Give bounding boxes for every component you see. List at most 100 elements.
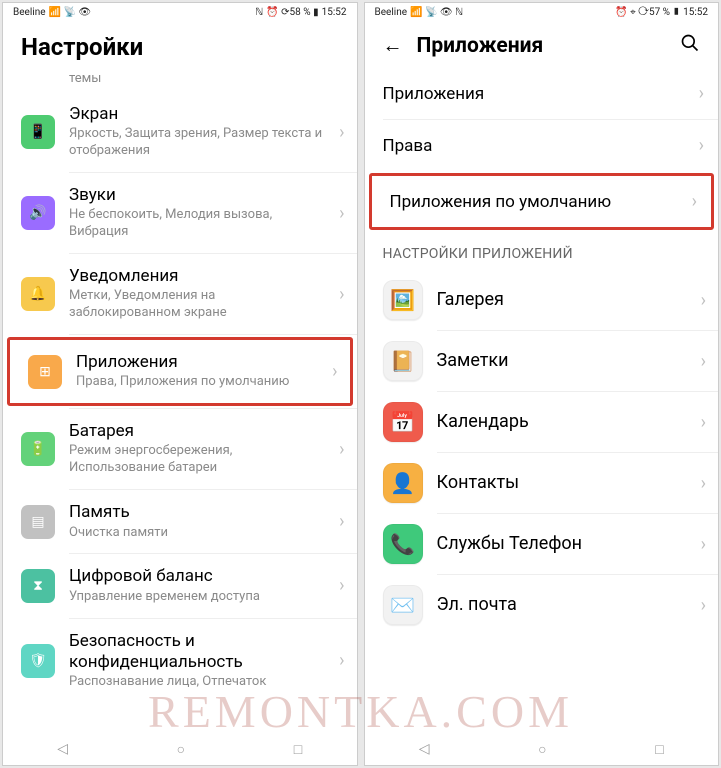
row-subtitle: Не беспокоить, Мелодия вызова, Вибрация	[69, 207, 325, 241]
row-text: Память Очистка памяти	[69, 502, 325, 541]
section-label: НАСТРОЙКИ ПРИЛОЖЕНИЙ	[365, 232, 719, 270]
link-label: Приложения по умолчанию	[390, 192, 692, 212]
clock: 15:52	[683, 7, 708, 18]
nav-recent-icon[interactable]: □	[294, 741, 302, 758]
row-title: Приложения	[76, 352, 318, 373]
app-icon: 👤	[383, 463, 423, 503]
app-row[interactable]: 👤 Контакты ›	[365, 453, 719, 513]
row-icon: 🔊	[21, 196, 55, 230]
status-bar: Beeline 📶 📡 👁 ℕ ⏰ ⌖ ⟳57 % ▮ 15:52	[365, 3, 719, 21]
chevron-right-icon: ›	[701, 412, 706, 433]
settings-row[interactable]: ⧗Цифровой балансУправление временем дост…	[3, 554, 357, 617]
signal-icons: 📶 📡 👁	[49, 7, 92, 18]
phone-right: Beeline 📶 📡 👁 ℕ ⏰ ⌖ ⟳57 % ▮ 15:52 ← Прил…	[364, 2, 720, 766]
app-label: Контакты	[437, 472, 687, 495]
chevron-right-icon: ›	[339, 511, 344, 532]
search-icon[interactable]	[680, 33, 700, 58]
chevron-right-icon: ›	[339, 650, 344, 671]
settings-row[interactable]: 🛡 Безопасность и конфиденциальностьРаспоз…	[3, 619, 357, 703]
app-row[interactable]: 🖼️ Галерея ›	[365, 270, 719, 330]
app-label: Службы Телефон	[437, 533, 687, 556]
app-row[interactable]: 📅 Календарь ›	[365, 392, 719, 452]
nav-back-icon[interactable]: ◁	[419, 741, 430, 757]
status-bar: Beeline 📶 📡 👁 ℕ ⏰ ⟳58 % ▮ 15:52	[3, 3, 357, 21]
nav-home-icon[interactable]: ○	[177, 741, 185, 758]
chevron-right-icon: ›	[701, 290, 706, 311]
link-row[interactable]: Приложения›	[365, 68, 719, 119]
carrier-label: Beeline	[375, 7, 408, 18]
settings-row[interactable]: 📱 ЭкранЯркость, Защита зрения, Размер тек…	[3, 92, 357, 172]
row-subtitle: Распознавание лица, Отпечаток	[69, 674, 325, 691]
app-icon: 📔	[383, 341, 423, 381]
nav-bar: ◁ ○ □	[365, 731, 719, 765]
row-text: Контакты	[437, 472, 687, 495]
settings-list: темы 📱 ЭкранЯркость, Защита зрения, Разме…	[3, 71, 357, 731]
settings-row[interactable]: 🔋 БатареяРежим энергосбережения, Использо…	[3, 409, 357, 489]
row-text: ПриложенияПрава, Приложения по умолчанию	[76, 352, 318, 391]
chevron-right-icon: ›	[339, 439, 344, 460]
app-icon: ✉️	[383, 585, 423, 625]
chevron-right-icon: ›	[692, 191, 697, 212]
row-title: Безопасность и конфиденциальность	[69, 631, 325, 674]
chevron-right-icon: ›	[701, 595, 706, 616]
app-icon: 🖼️	[383, 280, 423, 320]
app-label: Галерея	[437, 289, 687, 312]
app-row[interactable]: 📔Заметки›	[365, 331, 719, 391]
row-text: Календарь	[437, 411, 687, 434]
row-icon: ⊞	[28, 355, 62, 389]
row-subtitle: Яркость, Защита зрения, Размер текста и …	[69, 126, 325, 160]
nfc-icon: ℕ	[255, 7, 263, 18]
back-icon[interactable]: ←	[383, 33, 403, 58]
link-label: Права	[383, 136, 699, 156]
link-row[interactable]: Права›	[365, 120, 719, 171]
settings-row[interactable]: ⊞ ПриложенияПрава, Приложения по умолчани…	[10, 340, 350, 403]
clock: 15:52	[322, 7, 347, 18]
row-title: Память	[69, 502, 325, 523]
row-subtitle: Метки, Уведомления на заблокированном эк…	[69, 288, 325, 322]
nav-home-icon[interactable]: ○	[538, 741, 546, 758]
row-subtitle: Режим энергосбережения, Использование ба…	[69, 443, 325, 477]
page-title: Настройки	[21, 33, 143, 61]
row-subtitle: Очистка памяти	[69, 525, 325, 542]
chevron-right-icon: ›	[339, 122, 344, 143]
cut-row-sub: темы	[69, 71, 357, 92]
phone-left: Beeline 📶 📡 👁 ℕ ⏰ ⟳58 % ▮ 15:52 Настройк…	[2, 2, 358, 766]
row-text: УведомленияМетки, Уведомления на заблоки…	[69, 266, 325, 322]
chevron-right-icon: ›	[699, 135, 704, 156]
app-icon: 📅	[383, 402, 423, 442]
row-icon: 🛡	[21, 644, 55, 678]
row-text: Службы Телефон	[437, 533, 687, 556]
page-title: Приложения	[417, 34, 544, 58]
row-icon: 🔋	[21, 432, 55, 466]
row-subtitle: Права, Приложения по умолчанию	[76, 374, 318, 391]
row-text: БатареяРежим энергосбережения, Использов…	[69, 421, 325, 477]
app-label: Эл. почта	[437, 594, 687, 617]
nav-recent-icon[interactable]: □	[655, 741, 663, 758]
chevron-right-icon: ›	[339, 203, 344, 224]
app-row[interactable]: 📞Службы Телефон›	[365, 514, 719, 574]
status-right-icons: ⏰ ⌖ ⟳57 % ▮	[615, 7, 680, 18]
apps-list: Приложения›Права›Приложения по умолчанию…	[365, 68, 719, 731]
chevron-right-icon: ›	[701, 473, 706, 494]
app-row[interactable]: ✉️ Эл. почта ›	[365, 575, 719, 635]
row-text: Галерея	[437, 289, 687, 312]
row-icon: 📱	[21, 115, 55, 149]
row-text: ЭкранЯркость, Защита зрения, Размер текс…	[69, 104, 325, 160]
carrier-label: Beeline	[13, 7, 46, 18]
row-title: Звуки	[69, 185, 325, 206]
chevron-right-icon: ›	[339, 284, 344, 305]
settings-row[interactable]: ▤ПамятьОчистка памяти›	[3, 490, 357, 553]
row-text: Безопасность и конфиденциальностьРаспозн…	[69, 631, 325, 691]
row-title: Уведомления	[69, 266, 325, 287]
app-label: Календарь	[437, 411, 687, 434]
chevron-right-icon: ›	[701, 534, 706, 555]
row-text: ЗвукиНе беспокоить, Мелодия вызова, Вибр…	[69, 185, 325, 241]
settings-row[interactable]: 🔊 ЗвукиНе беспокоить, Мелодия вызова, Виб…	[3, 173, 357, 253]
link-row[interactable]: Приложения по умолчанию›	[372, 176, 712, 227]
row-text: Заметки	[437, 350, 687, 373]
row-title: Батарея	[69, 421, 325, 442]
settings-row[interactable]: 🔔УведомленияМетки, Уведомления на заблок…	[3, 254, 357, 334]
row-text: Эл. почта	[437, 594, 687, 617]
nav-back-icon[interactable]: ◁	[57, 741, 68, 757]
row-icon: ⧗	[21, 569, 55, 603]
